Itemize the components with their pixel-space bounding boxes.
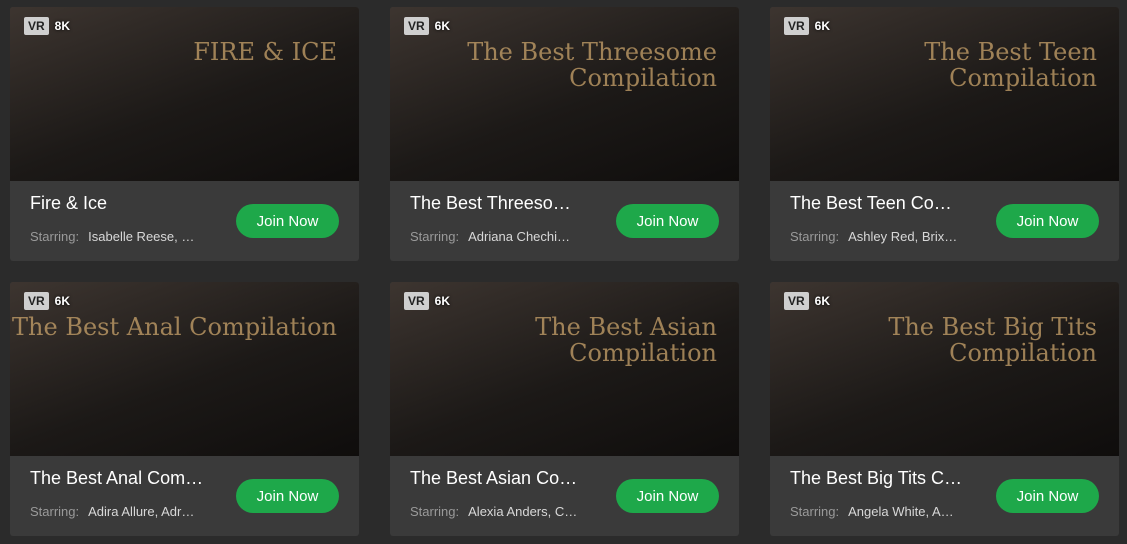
resolution-badge: 6K <box>434 294 451 308</box>
join-now-button[interactable]: Join Now <box>236 479 339 513</box>
join-now-button[interactable]: Join Now <box>996 204 1099 238</box>
vr-badge: VR <box>404 17 429 35</box>
video-card[interactable]: VR 6K The Best Teen Compilation The Best … <box>770 7 1119 261</box>
resolution-badge: 6K <box>814 294 831 308</box>
video-title[interactable]: The Best Teen Co… <box>790 193 986 214</box>
starring-line: Starring: Adriana Chechi… <box>410 229 602 244</box>
starring-line: Starring: Alexia Anders, C… <box>410 504 602 519</box>
starring-line: Starring: Ashley Red, Brix… <box>790 229 982 244</box>
starring-label: Starring: <box>410 504 460 519</box>
join-now-button[interactable]: Join Now <box>996 479 1099 513</box>
thumbnail-placeholder[interactable]: VR 6K The Best Teen Compilation <box>770 7 1119 181</box>
thumbnail-placeholder[interactable]: VR 6K The Best Threesome Compilation <box>390 7 739 181</box>
thumbnail-placeholder[interactable]: VR 6K The Best Anal Compilation <box>10 282 359 456</box>
starring-names[interactable]: Adriana Chechi… <box>468 229 570 244</box>
video-title[interactable]: The Best Anal Com… <box>30 468 226 489</box>
vr-badge: VR <box>404 292 429 310</box>
vr-badge: VR <box>24 292 49 310</box>
starring-line: Starring: Adira Allure, Adr… <box>30 504 222 519</box>
starring-label: Starring: <box>410 229 460 244</box>
join-now-button[interactable]: Join Now <box>616 479 719 513</box>
starring-names[interactable]: Isabelle Reese, … <box>88 229 194 244</box>
starring-names[interactable]: Adira Allure, Adr… <box>88 504 194 519</box>
thumbnail-title: The Best Asian Compilation <box>535 313 717 367</box>
resolution-badge: 6K <box>54 294 71 308</box>
starring-line: Starring: Isabelle Reese, … <box>30 229 222 244</box>
video-card[interactable]: VR 6K The Best Threesome Compilation The … <box>390 7 739 261</box>
thumbnail-title: The Best Threesome Compilation <box>467 38 717 92</box>
starring-line: Starring: Angela White, A… <box>790 504 982 519</box>
vr-badge: VR <box>784 292 809 310</box>
video-card[interactable]: VR 6K The Best Big Tits Compilation The B… <box>770 282 1119 536</box>
vr-badge: VR <box>24 17 49 35</box>
vr-badge: VR <box>784 17 809 35</box>
thumbnail-title: FIRE & ICE <box>193 38 337 66</box>
thumbnail-placeholder[interactable]: VR 6K The Best Big Tits Compilation <box>770 282 1119 456</box>
thumbnail-title: The Best Teen Compilation <box>924 38 1097 92</box>
starring-label: Starring: <box>30 504 80 519</box>
starring-names[interactable]: Alexia Anders, C… <box>468 504 577 519</box>
starring-label: Starring: <box>30 229 80 244</box>
video-title[interactable]: Fire & Ice <box>30 193 226 214</box>
resolution-badge: 6K <box>814 19 831 33</box>
starring-names[interactable]: Ashley Red, Brix… <box>848 229 957 244</box>
video-card[interactable]: VR 6K The Best Anal Compilation The Best … <box>10 282 359 536</box>
join-now-button[interactable]: Join Now <box>616 204 719 238</box>
thumbnail-placeholder[interactable]: VR 6K The Best Asian Compilation <box>390 282 739 456</box>
thumbnail-placeholder[interactable]: VR 8K FIRE & ICE <box>10 7 359 181</box>
video-title[interactable]: The Best Threeso… <box>410 193 606 214</box>
resolution-badge: 6K <box>434 19 451 33</box>
video-grid: VR 8K FIRE & ICE Fire & Ice Starring: Isab… <box>10 7 1119 536</box>
resolution-badge: 8K <box>54 19 71 33</box>
video-card[interactable]: VR 8K FIRE & ICE Fire & Ice Starring: Isab… <box>10 7 359 261</box>
video-card[interactable]: VR 6K The Best Asian Compilation The Best… <box>390 282 739 536</box>
thumbnail-title: The Best Big Tits Compilation <box>888 313 1097 367</box>
starring-label: Starring: <box>790 504 840 519</box>
join-now-button[interactable]: Join Now <box>236 204 339 238</box>
video-title[interactable]: The Best Asian Co… <box>410 468 606 489</box>
starring-names[interactable]: Angela White, A… <box>848 504 954 519</box>
video-title[interactable]: The Best Big Tits C… <box>790 468 986 489</box>
thumbnail-title: The Best Anal Compilation <box>12 313 337 341</box>
starring-label: Starring: <box>790 229 840 244</box>
